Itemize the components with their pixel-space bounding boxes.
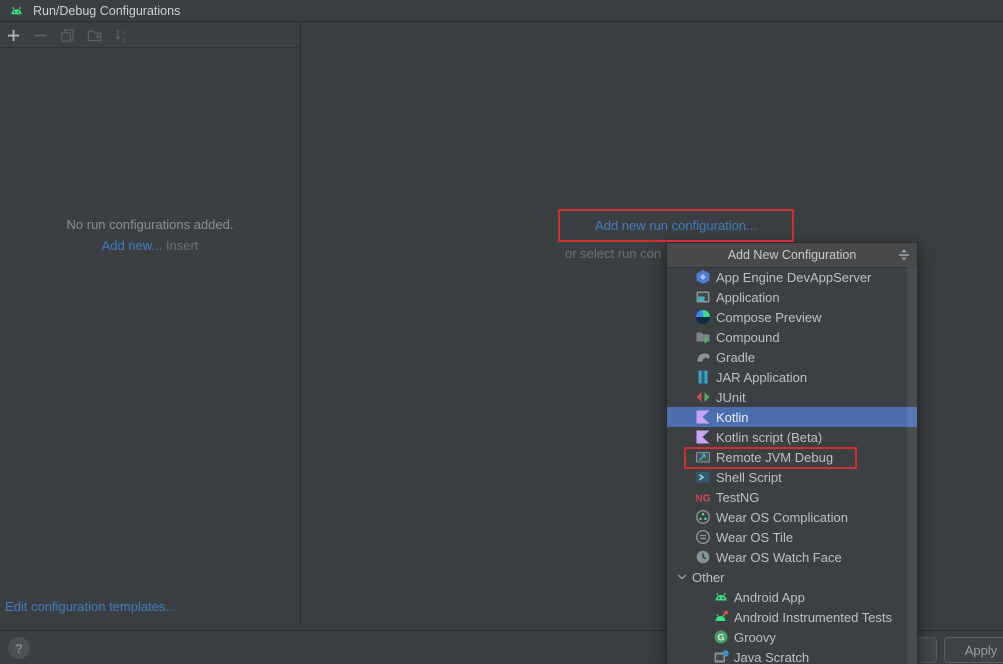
popup-title: Add New Configuration [727,248,857,262]
popup-item-label: Compose Preview [716,309,822,325]
popup-item-label: Wear OS Watch Face [716,549,842,565]
shell-script-icon [695,469,711,485]
popup-item-wear-os-tile[interactable]: Wear OS Tile [667,527,917,547]
kotlin-icon [695,429,711,445]
gradle-icon [695,349,711,365]
junit-icon [695,389,711,405]
popup-item-label: Kotlin [716,409,749,425]
application-icon [695,289,711,305]
popup-item-kotlin-script-beta[interactable]: Kotlin script (Beta) [667,427,917,447]
popup-item-label: Shell Script [716,469,782,485]
popup-header: Add New Configuration [667,243,917,268]
popup-item-label: Compound [716,329,780,345]
svg-text:a: a [122,29,126,36]
popup-item-shell-script[interactable]: Shell Script [667,467,917,487]
popup-item-label: Android Instrumented Tests [734,609,893,625]
popup-item-label: Groovy [734,629,776,645]
popup-item-app-engine-devappserver[interactable]: App Engine DevAppServer [667,267,917,287]
popup-item-compose-preview[interactable]: Compose Preview [667,307,917,327]
popup-item-label: Android App [734,589,805,605]
android-studio-logo-icon [9,3,24,18]
new-folder-button[interactable] [87,28,102,43]
jar-application-icon [695,369,711,385]
compound-icon [695,329,711,345]
kotlin-icon [695,409,711,425]
popup-item-kotlin[interactable]: Kotlin [667,407,917,427]
add-new-shortcut-hint: Insert [165,238,199,253]
configuration-type-list: App Engine DevAppServer Application Compos… [667,267,917,664]
popup-item-testng[interactable]: NG TestNG [667,487,917,507]
popup-item-label: Application [716,289,780,305]
popup-item-application[interactable]: Application [667,287,917,307]
popup-item-label: TestNG [716,489,760,505]
popup-item-groovy[interactable]: G Groovy [667,627,917,647]
app-engine-icon [695,269,711,285]
java-scratch-icon [713,649,729,664]
help-button[interactable]: ? [8,637,30,659]
wear-os-tile-icon [695,529,711,545]
popup-item-label: Java Scratch [734,649,810,664]
popup-options-icon[interactable] [896,247,912,263]
popup-item-wear-os-complication[interactable]: Wear OS Complication [667,507,917,527]
popup-item-label: Kotlin script (Beta) [716,429,823,445]
popup-item-android-instrumented-tests[interactable]: Android Instrumented Tests [667,607,917,627]
apply-button[interactable]: Apply [944,637,1003,663]
compose-preview-icon [695,309,711,325]
chevron-down-icon [675,569,689,585]
select-run-configuration-hint: or select run con [565,246,662,261]
groovy-icon: G [713,629,729,645]
window-title: Run/Debug Configurations [33,3,181,18]
run-debug-configurations-window: Run/Debug Configurations az No run confi… [0,0,1003,664]
add-new-link[interactable]: Add new... [102,238,163,253]
popup-item-label: Wear OS Complication [716,509,848,525]
popup-item-label: Other [692,569,725,585]
android-app-icon [713,589,729,605]
add-new-row: Add new... Insert [0,238,300,253]
popup-item-label: Gradle [716,349,756,365]
popup-item-junit[interactable]: JUnit [667,387,917,407]
popup-item-wear-os-watch-face[interactable]: Wear OS Watch Face [667,547,917,567]
add-new-configuration-popup: Add New Configuration App Engine DevAppS… [666,242,918,664]
add-new-run-configuration-link[interactable]: Add new run configuration... [595,218,757,233]
popup-scrollbar[interactable] [907,267,917,664]
panel-divider [300,23,301,625]
popup-item-label: Remote JVM Debug [716,449,834,465]
configurations-toolbar: az [0,23,300,48]
copy-button[interactable] [60,28,75,43]
popup-item-label: JUnit [716,389,746,405]
wear-os-watch-face-icon [695,549,711,565]
highlight-box-add-new: Add new run configuration... [558,209,794,242]
popup-item-remote-jvm-debug[interactable]: Remote JVM Debug [667,447,917,467]
remove-button[interactable] [33,28,48,43]
titlebar: Run/Debug Configurations [0,0,1003,22]
popup-item-gradle[interactable]: Gradle [667,347,917,367]
empty-configurations-message: No run configurations added. [66,217,234,232]
wear-os-complication-icon [695,509,711,525]
android-instrumented-tests-icon [713,609,729,625]
popup-item-java-scratch[interactable]: Java Scratch [667,647,917,664]
svg-text:NG: NG [696,494,711,505]
svg-text:G: G [717,633,724,643]
remote-jvm-debug-icon [695,449,711,465]
popup-item-android-app[interactable]: Android App [667,587,917,607]
add-button[interactable] [6,28,21,43]
popup-item-jar-application[interactable]: JAR Application [667,367,917,387]
edit-configuration-templates-link[interactable]: Edit configuration templates... [5,599,176,614]
testng-icon: NG [695,489,711,505]
popup-item-other[interactable]: Other [667,567,917,587]
popup-item-label: Wear OS Tile [716,529,794,545]
popup-item-compound[interactable]: Compound [667,327,917,347]
popup-item-label: App Engine DevAppServer [716,269,872,285]
popup-item-label: JAR Application [716,369,808,385]
sort-alphabetically-button[interactable]: az [114,28,129,43]
svg-text:z: z [122,36,125,42]
